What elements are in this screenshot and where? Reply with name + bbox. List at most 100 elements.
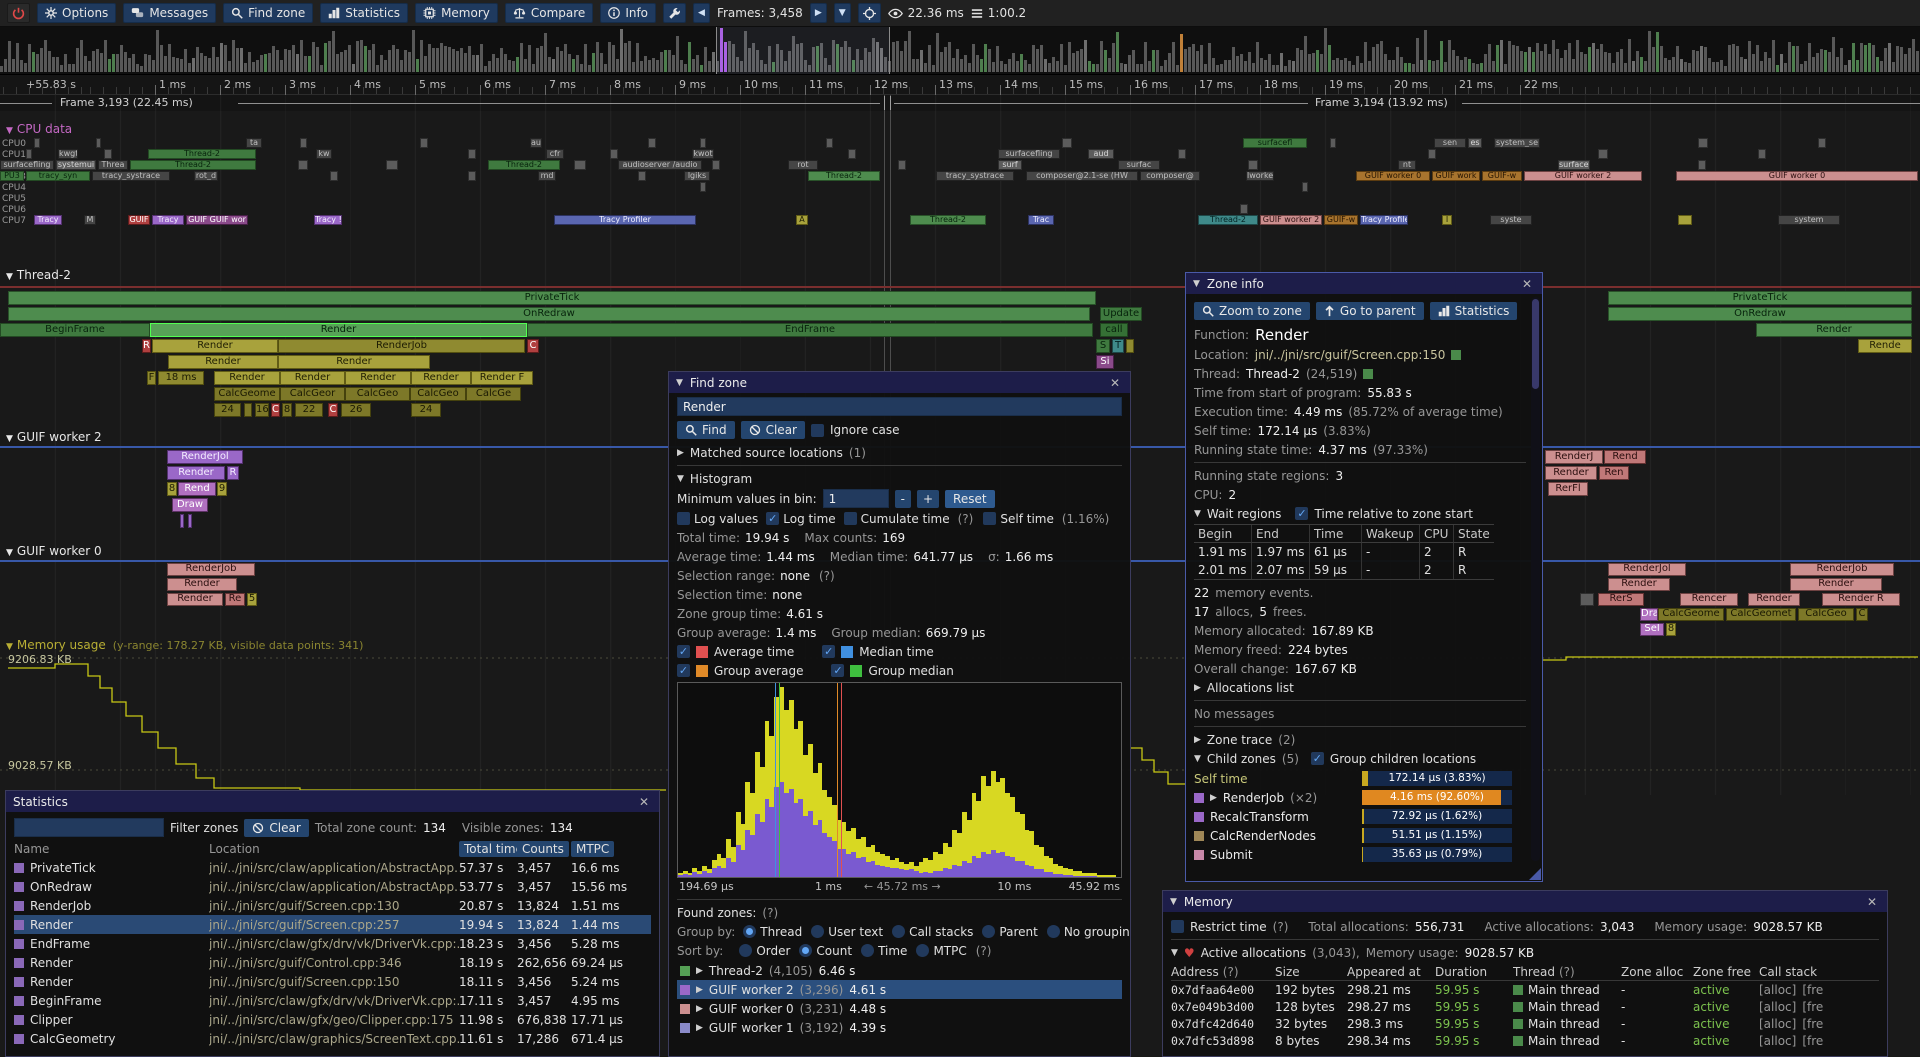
memory-column-thread[interactable]: Thread(?): [1513, 965, 1621, 979]
cpu-data-header[interactable]: ▼CPU data: [6, 122, 72, 136]
statistics-row[interactable]: CalcGeometryjni/../jni/src/claw/graphics…: [14, 1029, 651, 1048]
zone-threa[interactable]: Threa: [98, 160, 128, 170]
zone[interactable]: [1758, 149, 1766, 159]
matched-source-locations[interactable]: ▶Matched source locations(1): [677, 444, 1122, 461]
child-zone-row[interactable]: ▶RenderJob(×2)4.16 ms (92.60%): [1194, 788, 1526, 807]
zone-es[interactable]: es: [1468, 138, 1482, 148]
wait-column-wakeup[interactable]: Wakeup: [1362, 525, 1420, 543]
zone-tracy-syn[interactable]: tracy_syn: [26, 171, 90, 181]
goto-frame-button[interactable]: ▼: [834, 3, 851, 23]
zone-lgiks[interactable]: lgiks: [684, 171, 710, 181]
log-time-checkbox[interactable]: [766, 512, 779, 525]
wait-column-time[interactable]: Time: [1310, 525, 1362, 543]
zone[interactable]: [244, 403, 252, 417]
child-zone-row[interactable]: CalcRenderNodes51.51 μs (1.15%): [1194, 826, 1526, 845]
memory-titlebar[interactable]: ▼ Memory ✕: [1163, 891, 1887, 912]
thread-header-guif-worker-2[interactable]: ▼GUIF worker 2: [6, 430, 102, 444]
zone[interactable]: [1178, 149, 1186, 159]
zone-rencer[interactable]: Rencer: [1680, 593, 1738, 606]
statistics-row[interactable]: PrivateTickjni/../jni/src/claw/applicati…: [14, 858, 651, 877]
tools-button[interactable]: [663, 3, 686, 23]
zone[interactable]: [1240, 204, 1248, 214]
column-total-time[interactable]: Total time: [459, 842, 517, 856]
statistics-row[interactable]: Clipperjni/../jni/src/claw/gfx/geo/Clipp…: [14, 1010, 651, 1029]
zone[interactable]: [180, 514, 184, 528]
frame-label-3194[interactable]: Frame 3,194 (13.92 ms): [1311, 96, 1452, 109]
memory-usage-header[interactable]: ▼Memory usage(y-range: 178.27 KB, visibl…: [6, 638, 363, 652]
wait-column-state[interactable]: State: [1454, 525, 1494, 543]
histogram-tree[interactable]: ▼Histogram: [677, 470, 1122, 487]
call-stack-alloc-link[interactable]: [alloc]: [1759, 983, 1796, 997]
legend-checkbox[interactable]: [677, 664, 690, 677]
zone-nt[interactable]: nt: [1398, 160, 1416, 170]
zone-lworke[interactable]: lworke: [1246, 171, 1274, 181]
frames-minimap[interactable]: [0, 27, 1920, 75]
zone-onredraw[interactable]: OnRedraw: [8, 307, 1090, 321]
zone-18-ms[interactable]: 18 ms: [158, 371, 204, 385]
zone-kwot[interactable]: kwot: [692, 149, 714, 159]
zone[interactable]: [700, 182, 706, 192]
zone-surf[interactable]: surf: [998, 160, 1022, 170]
call-stack-free-link[interactable]: [fre: [1802, 983, 1823, 997]
zone-render[interactable]: Render: [167, 466, 225, 480]
zone-calcgeome[interactable]: CalcGeome: [214, 387, 280, 401]
zone-tracy-[interactable]: Tracy !: [314, 215, 342, 225]
zone[interactable]: [1062, 138, 1072, 148]
options-button[interactable]: Options: [37, 3, 116, 23]
zone-calcgeome[interactable]: CalcGeome: [1658, 608, 1724, 621]
allocations-list-tree[interactable]: ▶Allocations list: [1194, 679, 1526, 696]
legend-checkbox[interactable]: [677, 645, 690, 658]
zone[interactable]: [104, 149, 112, 159]
zone-render[interactable]: Render: [150, 323, 527, 337]
frame-label-3193[interactable]: Frame 3,193 (22.45 ms): [56, 96, 197, 109]
zone-guif[interactable]: GUIF: [128, 215, 150, 225]
zone[interactable]: [848, 149, 856, 159]
zone-ta[interactable]: ta: [246, 138, 262, 148]
zone-c[interactable]: C: [1856, 608, 1868, 621]
zone-tracy[interactable]: Tracy: [152, 215, 184, 225]
statistics-row[interactable]: Renderjni/../jni/src/guif/Control.cpp:34…: [14, 953, 651, 972]
zone[interactable]: [638, 171, 646, 181]
zone[interactable]: [700, 138, 706, 148]
zone[interactable]: [712, 160, 720, 170]
sort-by-order[interactable]: [739, 944, 752, 957]
zone-audioserver-audio[interactable]: audioserver /audio: [618, 160, 702, 170]
zone-info-titlebar[interactable]: ▼ Zone info ✕: [1186, 273, 1542, 294]
zone-render[interactable]: Render: [214, 371, 280, 385]
zone-renderjob[interactable]: RenderJob: [167, 563, 255, 576]
source-button[interactable]: [1451, 350, 1461, 360]
resize-grip[interactable]: [1529, 868, 1541, 880]
zone[interactable]: [298, 160, 308, 170]
column-location[interactable]: Location: [209, 842, 459, 856]
call-stack-free-link[interactable]: [fre: [1802, 1034, 1823, 1048]
zone-guif-w[interactable]: GUIF-w: [1324, 215, 1358, 225]
zone-renderjob[interactable]: RenderJob: [278, 339, 525, 353]
zone-render-r[interactable]: Render R: [1822, 593, 1900, 606]
zone-update[interactable]: Update: [1100, 307, 1142, 321]
zone-guif-guif-wor[interactable]: GUIF GUIF wor: [186, 215, 248, 225]
collapse-icon[interactable]: ▼: [1193, 279, 1200, 289]
zone-guif-w[interactable]: GUIF-w: [1482, 171, 1522, 181]
zone-surfac[interactable]: surfac: [1118, 160, 1160, 170]
zone-26[interactable]: 26: [341, 403, 371, 417]
zone-render[interactable]: Render: [167, 593, 223, 606]
zone-onredraw[interactable]: OnRedraw: [1608, 307, 1912, 321]
zone-draw[interactable]: Draw: [172, 498, 208, 512]
statistics-row[interactable]: BeginFramejni/../jni/src/claw/gfx/drv/vk…: [14, 991, 651, 1010]
zone-22[interactable]: 22: [295, 403, 323, 417]
zone[interactable]: [468, 149, 476, 159]
zone[interactable]: [1598, 149, 1608, 159]
find-zone-search-input[interactable]: Render: [677, 397, 1122, 416]
zone-systemui[interactable]: systemui: [56, 160, 96, 170]
zone-thread-2[interactable]: Thread-2: [910, 215, 986, 225]
zone-call[interactable]: call: [1100, 323, 1128, 337]
zone-ren[interactable]: Ren: [1599, 466, 1629, 480]
zone-rers[interactable]: RerS: [1598, 593, 1644, 606]
zone-tracy-profiler[interactable]: Tracy Profiler: [554, 215, 696, 225]
zone-surfacefling[interactable]: surfacefling: [0, 160, 54, 170]
zone-composer-2-1-se-hw[interactable]: composer@2.1-se (HW: [1026, 171, 1138, 181]
zone-renderjob[interactable]: RenderJob: [1790, 563, 1894, 576]
zone[interactable]: [420, 138, 428, 148]
sort-by-time[interactable]: [861, 944, 874, 957]
zone-16[interactable]: 16: [255, 403, 269, 417]
